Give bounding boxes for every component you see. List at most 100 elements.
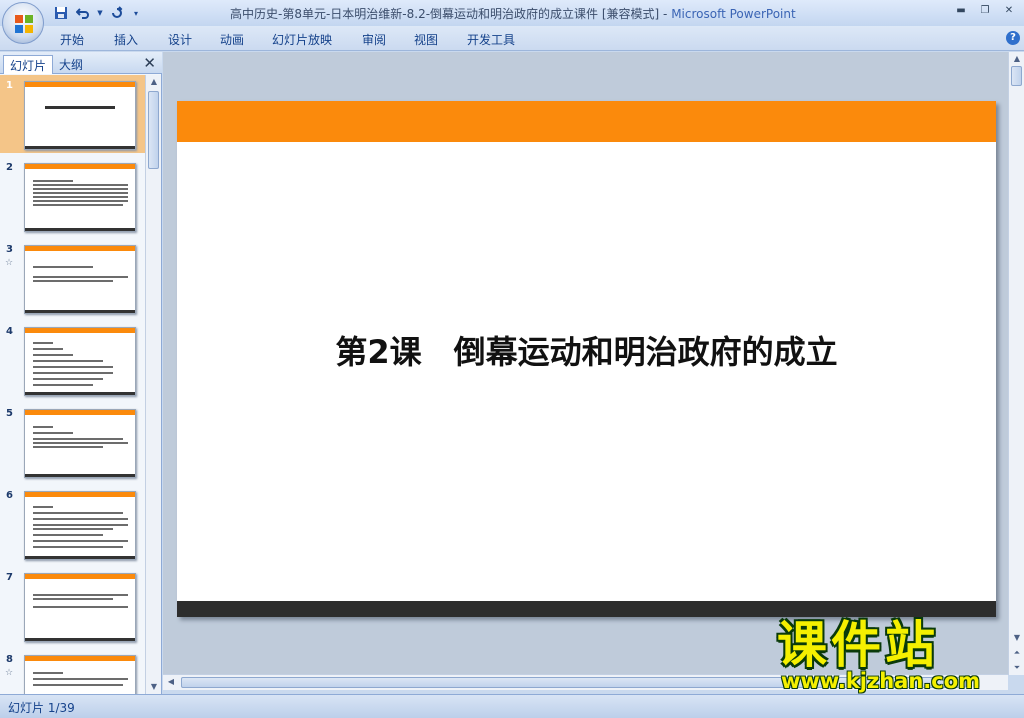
thumbnail-text-line [33, 378, 103, 380]
tab-home[interactable]: 开始 [60, 31, 84, 48]
redo-icon[interactable] [108, 4, 126, 22]
office-button[interactable] [2, 2, 44, 44]
thumbnail-text-line [33, 534, 103, 536]
slide-thumbnail[interactable]: 8 ☆ [0, 649, 145, 694]
vertical-scrollbar[interactable]: ▲ ▼ ⏶ ⏷ [1008, 52, 1024, 675]
thumbnail-header-bar [25, 246, 135, 251]
thumbnail-text-line [33, 506, 53, 508]
tab-insert[interactable]: 插入 [114, 31, 138, 48]
previous-slide-icon[interactable]: ⏶ [1009, 646, 1024, 660]
thumbnail-text-line [45, 106, 115, 109]
slide-number: 6 [6, 490, 13, 501]
help-icon[interactable]: ? [1006, 31, 1020, 45]
tab-slides[interactable]: 幻灯片 [3, 55, 54, 74]
slide-editor: 第2课 倒幕运动和明治政府的成立 [163, 52, 1008, 675]
thumbnail-preview [24, 81, 136, 150]
slide-number: 3 [6, 244, 13, 255]
thumbnail-text-line [33, 678, 128, 680]
thumbnail-text-line [33, 540, 128, 542]
thumbnail-text-line [33, 276, 128, 278]
thumbnail-text-line [33, 438, 123, 440]
thumbnail-header-bar [25, 164, 135, 169]
save-icon[interactable] [52, 4, 70, 22]
watermark-logo: 课件站 www.kjzhan.com [777, 618, 1007, 694]
slide-number: 1 [6, 80, 13, 91]
slide-thumbnail[interactable]: 4 [0, 321, 145, 399]
scroll-down-icon[interactable]: ▼ [1009, 631, 1024, 645]
thumbnail-text-line [33, 266, 93, 268]
scroll-up-icon[interactable]: ▲ [146, 75, 162, 89]
scrollbar-thumb[interactable] [1011, 66, 1022, 86]
slide-footer-bar [177, 601, 996, 617]
slide-thumbnail[interactable]: 2 [0, 157, 145, 235]
minimize-icon[interactable]: ▬ [950, 3, 972, 19]
scrollbar-thumb[interactable] [148, 91, 159, 169]
slide-thumbnail[interactable]: 6 [0, 485, 145, 563]
tab-slideshow[interactable]: 幻灯片放映 [272, 31, 332, 48]
current-slide[interactable]: 第2课 倒幕运动和明治政府的成立 [177, 101, 996, 617]
thumbnail-footer-bar [25, 310, 135, 313]
thumbnail-scrollbar[interactable]: ▲ ▼ [145, 75, 161, 694]
thumbnail-preview [24, 163, 136, 232]
customize-icon[interactable]: ▾ [130, 4, 142, 22]
scroll-down-icon[interactable]: ▼ [146, 680, 162, 694]
thumbnail-text-line [33, 280, 113, 282]
tab-design[interactable]: 设计 [168, 31, 192, 48]
undo-icon[interactable] [74, 4, 92, 22]
thumbnail-text-line [33, 426, 53, 428]
thumbnail-text-line [33, 184, 128, 186]
thumbnail-text-line [33, 384, 93, 386]
thumbnail-preview [24, 245, 136, 314]
watermark-text: 课件站 [777, 616, 939, 674]
thumbnail-footer-bar [25, 392, 135, 395]
tab-view[interactable]: 视图 [414, 31, 438, 48]
thumbnail-header-bar [25, 492, 135, 497]
thumbnail-text-line [33, 200, 128, 202]
thumbnail-text-line [33, 606, 128, 608]
slide-thumbnail[interactable]: 3 ☆ [0, 239, 145, 317]
slide-number: 7 [6, 572, 13, 583]
thumbnail-preview [24, 327, 136, 396]
thumbnail-text-line [33, 594, 128, 596]
slide-thumbnails: 1 2 3 ☆ 4 5 6 7 8 ☆ [0, 75, 145, 694]
title-bar: ▼ ▾ 高中历史-第8单元-日本明治维新-8.2-倒幕运动和明治政府的成立课件 … [0, 0, 1024, 26]
animation-star-icon: ☆ [5, 668, 14, 678]
close-icon[interactable]: ✕ [143, 54, 156, 72]
slide-number: 5 [6, 408, 13, 419]
thumbnail-footer-bar [25, 474, 135, 477]
chevron-down-icon[interactable]: ▼ [96, 4, 104, 22]
restore-icon[interactable]: ❐ [974, 3, 996, 19]
thumbnail-text-line [33, 546, 123, 548]
tab-outline[interactable]: 大纲 [53, 55, 89, 74]
thumbnail-header-bar [25, 574, 135, 579]
window-title: 高中历史-第8单元-日本明治维新-8.2-倒幕运动和明治政府的成立课件 [兼容模… [230, 7, 796, 21]
thumbnail-preview [24, 655, 136, 694]
thumbnail-text-line [33, 442, 128, 444]
scroll-up-icon[interactable]: ▲ [1009, 52, 1024, 66]
thumbnail-footer-bar [25, 146, 135, 149]
thumbnail-header-bar [25, 82, 135, 87]
tab-animations[interactable]: 动画 [220, 31, 244, 48]
slide-title[interactable]: 第2课 倒幕运动和明治政府的成立 [177, 327, 996, 373]
thumbnail-text-line [33, 342, 53, 344]
close-icon[interactable]: ✕ [998, 3, 1020, 19]
thumbnail-text-line [33, 528, 113, 530]
thumbnail-text-line [33, 672, 63, 674]
slide-thumbnail[interactable]: 7 [0, 567, 145, 645]
quick-access-toolbar: ▼ ▾ [52, 4, 142, 22]
thumbnail-preview [24, 573, 136, 642]
tab-review[interactable]: 审阅 [362, 31, 386, 48]
slides-panel: 幻灯片 大纲 ✕ 1 2 3 ☆ 4 5 6 7 8 ☆ ▲ ▼ [0, 52, 162, 694]
thumbnail-text-line [33, 180, 73, 182]
ribbon-tabs: 开始 插入 设计 动画 幻灯片放映 审阅 视图 开发工具 ? [0, 26, 1024, 51]
slide-thumbnail[interactable]: 5 [0, 403, 145, 481]
scroll-left-icon[interactable]: ◀ [163, 675, 179, 689]
panel-tabs: 幻灯片 大纲 ✕ [0, 52, 162, 74]
slide-number: 8 [6, 654, 13, 665]
thumbnail-text-line [33, 354, 73, 356]
next-slide-icon[interactable]: ⏷ [1009, 661, 1024, 675]
thumbnail-text-line [33, 192, 128, 194]
slide-thumbnail[interactable]: 1 [0, 75, 145, 153]
thumbnail-footer-bar [25, 228, 135, 231]
tab-developer[interactable]: 开发工具 [467, 31, 515, 48]
